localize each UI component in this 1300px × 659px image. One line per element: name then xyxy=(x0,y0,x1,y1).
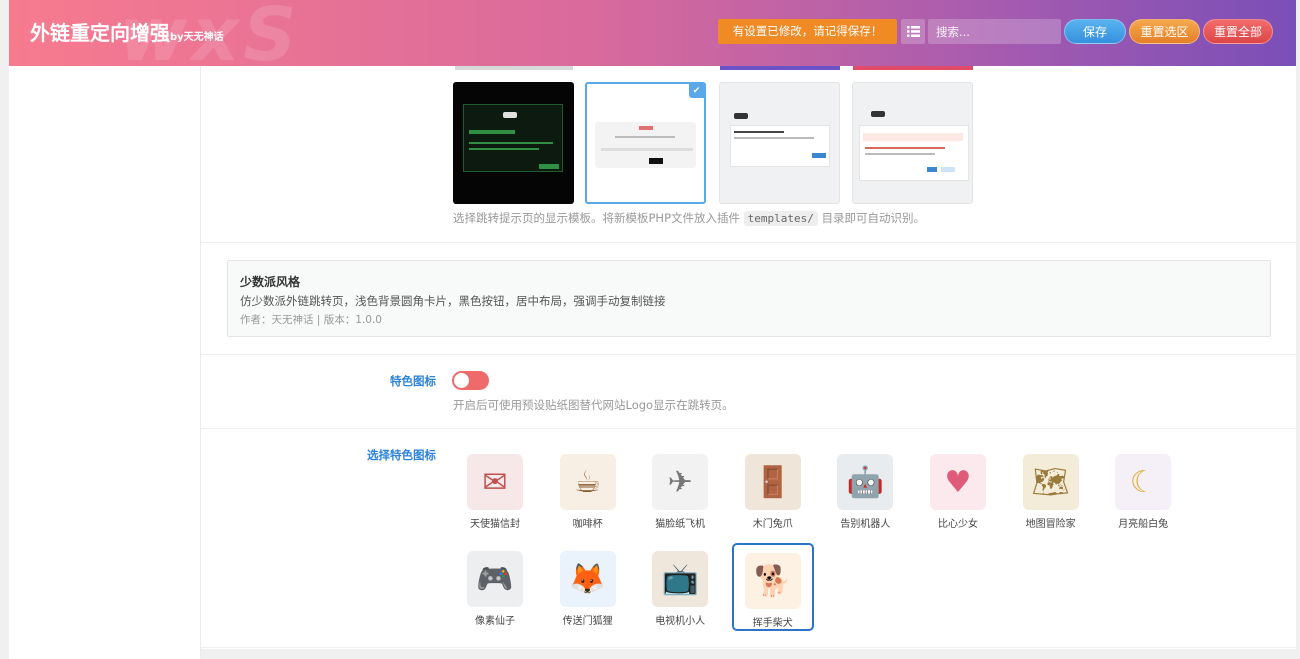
page-title-text: 外链重定向增强 xyxy=(30,21,170,45)
icon-option-label: 像素仙子 xyxy=(475,616,515,627)
feature-icon-toggle[interactable] xyxy=(452,371,489,390)
icon-option[interactable]: ♥ 比心少女 xyxy=(917,446,999,534)
icon-option-label: 传送门狐狸 xyxy=(562,616,613,627)
expand-all-button[interactable] xyxy=(901,19,925,44)
template-thumb-minimal[interactable]: ✔ xyxy=(585,82,706,204)
section-divider xyxy=(201,647,1296,648)
moon-rabbit-icon: ☾ xyxy=(1115,454,1172,510)
template-thumb-partial xyxy=(720,66,840,70)
section-divider xyxy=(201,242,1296,243)
feature-icon-description: 开启后可使用预设贴纸图替代网站Logo显示在跳转页。 xyxy=(453,398,734,412)
template-thumb-terminal[interactable] xyxy=(453,82,574,204)
robot-icon: 🤖 xyxy=(837,454,894,510)
template-info-name: 少数派风格 xyxy=(240,275,301,289)
icon-option-label: 地图冒险家 xyxy=(1025,519,1076,530)
sidebar xyxy=(9,66,201,659)
template-thumb-partial xyxy=(455,66,573,70)
page-title: 外链重定向增强by天无神话 xyxy=(30,17,224,46)
icon-option-label: 咖啡杯 xyxy=(572,519,603,530)
save-button[interactable]: 保存 xyxy=(1064,19,1126,44)
icon-option[interactable]: ✈ 猫脸纸飞机 xyxy=(639,446,721,534)
page-title-suffix: by天无神话 xyxy=(170,32,224,43)
icon-option[interactable]: ☾ 月亮船白兔 xyxy=(1102,446,1184,534)
coffee-cup-icon: ☕ xyxy=(559,454,616,510)
icon-option-label: 木门兔爪 xyxy=(752,519,793,530)
icon-option-label: 电视机小人 xyxy=(655,616,706,627)
search-input[interactable] xyxy=(928,19,1061,44)
template-path-code: templates/ xyxy=(743,211,818,226)
portal-fox-icon: 🦊 xyxy=(559,551,616,607)
paper-plane-icon: ✈ xyxy=(652,454,709,510)
icon-option[interactable]: 🎮 像素仙子 xyxy=(454,543,536,631)
icon-option[interactable]: 🤖 告别机器人 xyxy=(824,446,906,534)
waving-shiba-icon: 🐕 xyxy=(744,553,801,609)
template-thumb-warning[interactable] xyxy=(852,82,973,204)
reset-all-button[interactable]: 重置全部 xyxy=(1203,19,1273,44)
feature-icon-label: 特色图标 xyxy=(390,374,436,388)
icon-option[interactable]: 🦊 传送门狐狸 xyxy=(547,543,629,631)
reset-section-button[interactable]: 重置选区 xyxy=(1129,19,1200,44)
icon-option-label: 比心少女 xyxy=(938,519,978,530)
template-description-text-end: 目录即可自动识别。 xyxy=(821,211,926,225)
icon-option[interactable]: ☕ 咖啡杯 xyxy=(547,446,629,534)
icon-option[interactable]: 🗺 地图冒险家 xyxy=(1010,446,1092,534)
icon-option-label: 挥手柴犬 xyxy=(752,618,793,629)
toggle-knob xyxy=(454,373,469,388)
icon-option[interactable]: ✉ 天使猫信封 xyxy=(454,446,536,534)
list-icon xyxy=(906,26,920,37)
icon-select-label: 选择特色图标 xyxy=(367,448,436,462)
icon-option[interactable]: 🚪 木门兔爪 xyxy=(732,446,814,534)
selected-check-icon: ✔ xyxy=(689,84,704,98)
icon-option[interactable]: 📺 电视机小人 xyxy=(639,543,721,631)
angel-cat-envelope-icon: ✉ xyxy=(467,454,523,510)
icon-option-label: 猫脸纸飞机 xyxy=(655,519,706,530)
template-thumb-light-card[interactable] xyxy=(719,82,840,204)
icon-option-label: 告别机器人 xyxy=(840,519,891,530)
template-description-text: 选择跳转提示页的显示模板。将新模板PHP文件放入插件 xyxy=(453,211,741,225)
header-bar: wxS 外链重定向增强by天无神话 有设置已修改，请记得保存！ 保存 重置选区 … xyxy=(9,0,1296,66)
template-thumb-partial xyxy=(853,66,973,70)
unsaved-changes-notice: 有设置已修改，请记得保存！ xyxy=(718,19,897,44)
section-divider xyxy=(201,354,1296,355)
template-info-meta: 作者：天无神话 | 版本：1.0.0 xyxy=(240,314,382,326)
template-info-box: 少数派风格 仿少数派外链跳转页，浅色背景圆角卡片，黑色按钮，居中布局，强调手动复… xyxy=(227,260,1271,337)
section-divider xyxy=(201,428,1296,429)
tv-icon: 📺 xyxy=(652,551,709,607)
icon-option-label: 天使猫信封 xyxy=(470,519,520,530)
map-explorer-icon: 🗺 xyxy=(1022,454,1079,510)
icon-option[interactable]: 🐕 挥手柴犬 xyxy=(731,543,814,631)
template-description: 选择跳转提示页的显示模板。将新模板PHP文件放入插件 templates/ 目录… xyxy=(453,210,925,226)
icon-option-label: 月亮船白兔 xyxy=(1118,519,1169,530)
template-info-description: 仿少数派外链跳转页，浅色背景圆角卡片，黑色按钮，居中布局，强调手动复制链接 xyxy=(240,294,666,308)
heart-girl-icon: ♥ xyxy=(930,454,986,510)
wooden-door-icon: 🚪 xyxy=(744,454,801,510)
game-controller-icon: 🎮 xyxy=(467,551,523,607)
